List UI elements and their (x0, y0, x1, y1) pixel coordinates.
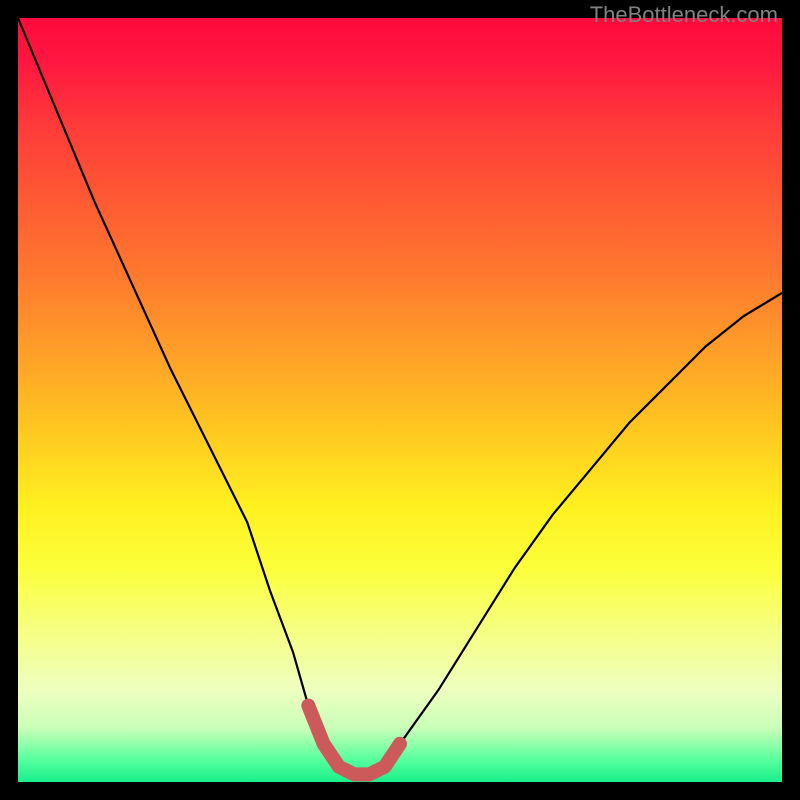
curve-svg (18, 18, 782, 782)
bottleneck-curve-path (18, 18, 782, 774)
plot-area (18, 18, 782, 782)
flat-bottom-highlight-path (308, 706, 400, 775)
watermark-text: TheBottleneck.com (590, 2, 778, 28)
chart-frame: TheBottleneck.com (0, 0, 800, 800)
